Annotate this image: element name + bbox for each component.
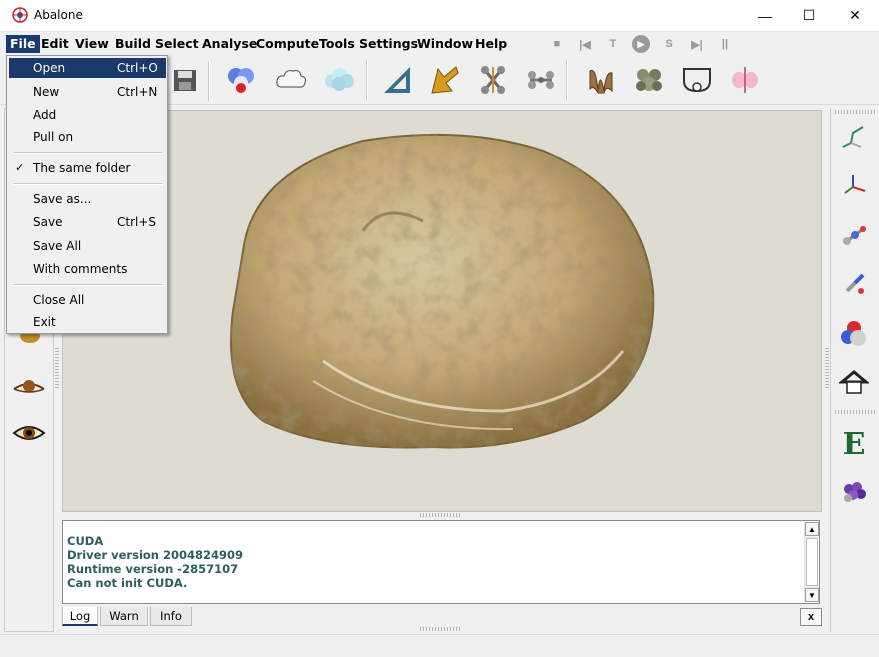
menu-item-close-all[interactable]: Close All <box>9 290 166 310</box>
step-t-icon[interactable]: T <box>605 36 621 52</box>
title-bar: Abalone — ☐ ✕ <box>0 0 879 32</box>
menu-settings[interactable]: Settings <box>355 35 422 53</box>
home-icon[interactable] <box>836 364 872 400</box>
bond-line-icon[interactable] <box>836 120 872 156</box>
cloud-filled-icon[interactable] <box>320 61 358 99</box>
scroll-thumb[interactable] <box>806 538 818 586</box>
energy-e-button[interactable]: E <box>836 426 872 462</box>
menu-item-exit[interactable]: Exit <box>9 312 166 332</box>
menu-item-new[interactable]: New Ctrl+N <box>9 82 166 102</box>
tab-info[interactable]: Info <box>150 607 192 626</box>
menu-item-with-comments[interactable]: With comments <box>9 259 166 279</box>
menu-build[interactable]: Build <box>111 35 155 53</box>
forward-icon[interactable]: ▶| <box>689 36 705 52</box>
menu-tools[interactable]: Tools <box>315 35 359 53</box>
log-line: Driver version 2004824909 <box>67 548 243 562</box>
pocket-box-icon[interactable] <box>678 61 716 99</box>
stop-icon[interactable]: ■ <box>549 36 565 52</box>
log-scrollbar[interactable]: ▲ ▼ <box>804 522 819 602</box>
window-title: Abalone <box>34 8 83 22</box>
molecular-surface-render <box>230 133 655 449</box>
molecule-surface-icon[interactable] <box>222 61 260 99</box>
menu-item-save[interactable]: Save Ctrl+S <box>9 212 166 232</box>
orbital-icon[interactable] <box>726 61 764 99</box>
play-icon[interactable]: ▶ <box>632 35 650 53</box>
scroll-up-icon[interactable]: ▲ <box>805 522 819 536</box>
menu-view[interactable]: View <box>71 35 113 53</box>
log-output: CUDA Driver version 2004824909 Runtime v… <box>62 520 820 604</box>
ball-stick-icon[interactable] <box>836 218 872 254</box>
eye-closed-icon[interactable] <box>11 369 47 405</box>
eye-open-icon[interactable] <box>11 415 47 451</box>
log-line: CUDA <box>67 534 104 548</box>
sphere-cluster-icon[interactable] <box>630 61 668 99</box>
menu-item-open[interactable]: Open Ctrl+O <box>9 58 166 78</box>
menu-item-same-folder[interactable]: ✓ The same folder <box>9 158 166 178</box>
menu-file[interactable]: File <box>6 35 40 53</box>
log-line: Can not init CUDA. <box>67 576 188 590</box>
cloud-outline-icon[interactable] <box>272 61 310 99</box>
ribbon-structure-icon[interactable] <box>582 61 620 99</box>
menu-item-pull-on[interactable]: Pull on <box>9 127 166 147</box>
scroll-down-icon[interactable]: ▼ <box>805 588 819 602</box>
menu-item-add[interactable]: Add <box>9 105 166 125</box>
save-disk-icon[interactable] <box>166 61 204 99</box>
log-line: Runtime version -2857107 <box>67 562 239 576</box>
close-window-button[interactable]: ✕ <box>832 0 878 31</box>
menu-item-save-all[interactable]: Save All <box>9 236 166 256</box>
rewind-icon[interactable]: |◀ <box>577 36 593 52</box>
set-square-icon[interactable] <box>378 61 416 99</box>
close-log-button[interactable]: x <box>800 608 822 626</box>
tab-log[interactable]: Log <box>62 607 98 626</box>
stick-model-icon[interactable] <box>836 266 872 302</box>
molecule-viewport[interactable] <box>62 110 822 512</box>
menu-item-save-as[interactable]: Save as... <box>9 189 166 209</box>
file-menu-dropdown: Open Ctrl+O New Ctrl+N Add Pull on ✓ The… <box>6 55 168 334</box>
checkmark-icon: ✓ <box>15 161 25 174</box>
angle-arrow-icon[interactable] <box>426 61 464 99</box>
minimize-button[interactable]: — <box>742 0 788 31</box>
tab-warn[interactable]: Warn <box>100 607 148 626</box>
space-fill-icon[interactable] <box>836 316 872 352</box>
menu-compute[interactable]: Compute <box>252 35 323 53</box>
menu-edit[interactable]: Edit <box>37 35 73 53</box>
pause-icon[interactable]: || <box>717 36 733 52</box>
menu-window[interactable]: Window <box>413 35 477 53</box>
step-s-icon[interactable]: S <box>661 36 677 52</box>
purple-cluster-icon[interactable] <box>836 474 872 510</box>
link-atoms-icon[interactable] <box>522 61 560 99</box>
menu-help[interactable]: Help <box>471 35 511 53</box>
menu-select[interactable]: Select <box>151 35 203 53</box>
bond-colored-icon[interactable] <box>836 168 872 204</box>
dihedral-icon[interactable] <box>474 61 512 99</box>
right-tool-panel: E <box>830 108 876 632</box>
maximize-button[interactable]: ☐ <box>786 0 832 31</box>
status-bar <box>0 634 879 657</box>
abalone-app-icon <box>12 7 28 23</box>
